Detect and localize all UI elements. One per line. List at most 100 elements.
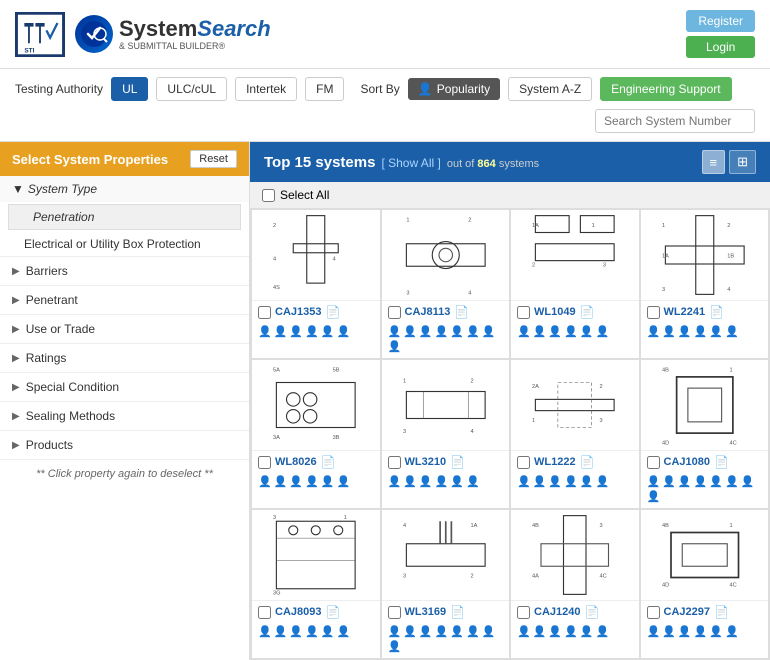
system-thumbnail-caj8113[interactable]: 1 2 3 4 (382, 210, 510, 300)
pdf-icon-caj1240[interactable]: 📄 (584, 605, 599, 619)
person-icon: 👤 (337, 325, 351, 338)
system-type-item[interactable]: ▼ System Type (0, 176, 249, 202)
person-icon: 👤 (647, 475, 661, 488)
ul-button[interactable]: UL (111, 77, 148, 101)
system-checkbox-wl3210[interactable] (388, 456, 401, 469)
person-icon: 👤 (564, 625, 578, 638)
pdf-icon-caj2297[interactable]: 📄 (714, 605, 729, 619)
svg-text:2: 2 (600, 384, 603, 390)
sidebar-item-penetrant[interactable]: ▶Penetrant (0, 286, 249, 315)
sidebar-item-ratings[interactable]: ▶Ratings (0, 344, 249, 373)
system-checkbox-caj1240[interactable] (517, 606, 530, 619)
system-id-wl3169[interactable]: WL3169 (405, 606, 447, 618)
register-button[interactable]: Register (686, 10, 755, 32)
pdf-icon-wl3169[interactable]: 📄 (450, 605, 465, 619)
login-button[interactable]: Login (686, 36, 755, 58)
person-icon: 👤 (564, 325, 578, 338)
system-checkbox-wl2241[interactable] (647, 306, 660, 319)
system-thumbnail-caj8093[interactable]: 3 1 3G (252, 510, 380, 600)
system-id-wl2241[interactable]: WL2241 (664, 306, 706, 318)
person-icon: 👤 (419, 625, 433, 638)
system-thumbnail-caj1080[interactable]: 4B 1 4D 4C (641, 360, 769, 450)
system-thumbnail-wl8026[interactable]: 5A 5B 3A 3B (252, 360, 380, 450)
system-checkbox-wl8026[interactable] (258, 456, 271, 469)
system-thumbnail-caj1353[interactable]: 2 4 4S 4 (252, 210, 380, 300)
system-checkbox-wl1222[interactable] (517, 456, 530, 469)
system-id-wl8026[interactable]: WL8026 (275, 456, 317, 468)
sidebar-item-special-condition[interactable]: ▶Special Condition (0, 373, 249, 402)
pdf-icon-wl1222[interactable]: 📄 (580, 455, 595, 469)
system-id-caj1080[interactable]: CAJ1080 (664, 456, 710, 468)
svg-text:5B: 5B (333, 367, 340, 373)
svg-text:2: 2 (532, 262, 535, 268)
ulc-button[interactable]: ULC/cUL (156, 77, 227, 101)
person-icon: 👤 (662, 625, 676, 638)
sidebar-item-products[interactable]: ▶Products (0, 431, 249, 460)
sidebar-item-barriers[interactable]: ▶Barriers (0, 257, 249, 286)
system-checkbox-caj8093[interactable] (258, 606, 271, 619)
pdf-icon-caj8113[interactable]: 📄 (454, 305, 469, 319)
system-id-caj1353[interactable]: CAJ1353 (275, 306, 321, 318)
system-checkbox-caj1353[interactable] (258, 306, 271, 319)
pdf-icon-wl8026[interactable]: 📄 (321, 455, 336, 469)
total-count: 864 (477, 158, 495, 170)
electrical-item[interactable]: Electrical or Utility Box Protection (0, 232, 249, 256)
system-checkbox-wl1049[interactable] (517, 306, 530, 319)
fm-button[interactable]: FM (305, 77, 344, 101)
person-icon: 👤 (647, 490, 661, 503)
system-thumbnail-caj2297[interactable]: 4B 1 4D 4C (641, 510, 769, 600)
system-thumbnail-wl1049[interactable]: 1A 1 2 3 (511, 210, 639, 300)
reset-button[interactable]: Reset (190, 150, 237, 168)
system-card-wl2241: 1 2 3 4 1A 1B WL2241 📄 👤👤👤👤👤👤 (641, 210, 769, 358)
sidebar-item-sealing-methods[interactable]: ▶Sealing Methods (0, 402, 249, 431)
sti-logo: STI (15, 12, 65, 57)
system-id-caj2297[interactable]: CAJ2297 (664, 606, 710, 618)
system-info-wl8026: WL8026 📄 (252, 450, 380, 473)
person-icons-wl1222: 👤👤👤👤👤👤 (511, 473, 639, 493)
person-icon: 👤 (321, 475, 335, 488)
person-icon: 👤 (482, 325, 496, 338)
system-checkbox-caj8113[interactable] (388, 306, 401, 319)
system-thumbnail-caj1240[interactable]: 4B 3 4A 4C (511, 510, 639, 600)
system-thumbnail-wl2241[interactable]: 1 2 3 4 1A 1B (641, 210, 769, 300)
sidebar-header: Select System Properties Reset (0, 142, 249, 176)
pdf-icon-caj1080[interactable]: 📄 (714, 455, 729, 469)
show-all-link[interactable]: [ Show All ] (381, 156, 440, 170)
system-checkbox-wl3169[interactable] (388, 606, 401, 619)
system-id-caj8093[interactable]: CAJ8093 (275, 606, 321, 618)
person-icon: 👤 (321, 625, 335, 638)
penetration-item[interactable]: Penetration (8, 204, 241, 230)
system-thumbnail-wl3169[interactable]: 4 1A 3 2 (382, 510, 510, 600)
system-thumbnail-wl1222[interactable]: 2A 2 1 3 (511, 360, 639, 450)
pdf-icon-caj8093[interactable]: 📄 (325, 605, 340, 619)
svg-text:1B: 1B (727, 253, 734, 259)
sidebar-item-use-or-trade[interactable]: ▶Use or Trade (0, 315, 249, 344)
svg-text:3: 3 (403, 574, 406, 580)
system-az-button[interactable]: System A-Z (508, 77, 592, 101)
system-thumbnail-wl3210[interactable]: 1 2 3 4 (382, 360, 510, 450)
grid-view-button[interactable]: ⊞ (729, 150, 756, 174)
person-icons-caj8113: 👤👤👤👤👤👤👤👤 (382, 323, 510, 358)
person-icons-caj1240: 👤👤👤👤👤👤 (511, 623, 639, 643)
select-all-checkbox[interactable] (262, 189, 275, 202)
system-id-caj8113[interactable]: CAJ8113 (405, 306, 451, 318)
pdf-icon-wl2241[interactable]: 📄 (709, 305, 724, 319)
right-arrow-icon: ▶ (12, 382, 20, 393)
pdf-icon-wl1049[interactable]: 📄 (580, 305, 595, 319)
person-icon: 👤 (678, 625, 692, 638)
system-id-wl1049[interactable]: WL1049 (534, 306, 576, 318)
system-checkbox-caj2297[interactable] (647, 606, 660, 619)
system-id-wl1222[interactable]: WL1222 (534, 456, 576, 468)
engineering-support-button[interactable]: Engineering Support (600, 77, 731, 101)
list-view-button[interactable]: ≡ (702, 150, 726, 174)
search-input[interactable] (595, 109, 755, 133)
pdf-icon-wl3210[interactable]: 📄 (450, 455, 465, 469)
intertek-button[interactable]: Intertek (235, 77, 297, 101)
system-id-wl3210[interactable]: WL3210 (405, 456, 447, 468)
system-checkbox-caj1080[interactable] (647, 456, 660, 469)
svg-text:STI: STI (24, 47, 34, 54)
system-id-caj1240[interactable]: CAJ1240 (534, 606, 580, 618)
svg-text:1: 1 (403, 379, 406, 385)
pdf-icon-caj1353[interactable]: 📄 (325, 305, 340, 319)
popularity-button[interactable]: 👤 Popularity (408, 78, 500, 100)
